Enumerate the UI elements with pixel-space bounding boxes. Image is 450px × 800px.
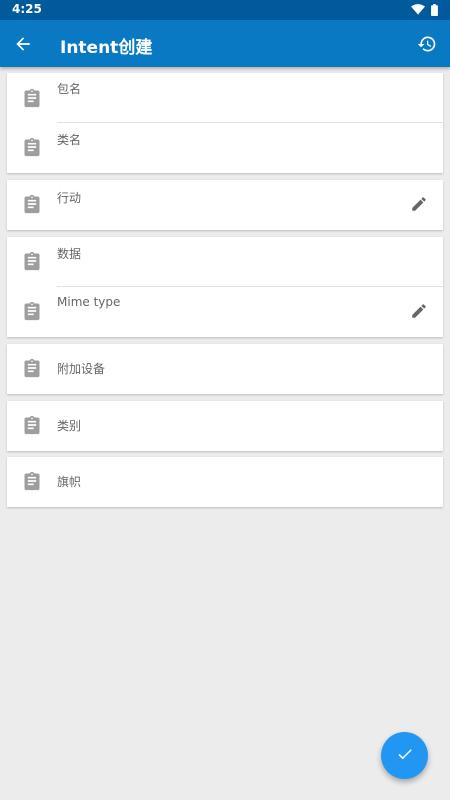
page-title: Intent创建 — [60, 38, 153, 58]
clipboard-icon — [21, 249, 43, 273]
system-icons — [411, 3, 438, 17]
category-label: 类别 — [57, 419, 82, 433]
check-icon — [396, 745, 414, 767]
extras-field[interactable]: 附加设备 — [7, 344, 443, 394]
clipboard-icon — [21, 356, 43, 380]
wifi-icon — [411, 1, 425, 20]
clipboard-icon — [21, 135, 43, 159]
package-label: 包名 — [57, 82, 82, 96]
pencil-icon[interactable] — [407, 299, 431, 323]
category-field[interactable]: 类别 — [7, 401, 443, 451]
confirm-fab[interactable] — [381, 732, 428, 779]
component-card: 包名 类名 — [7, 73, 443, 173]
flags-card: 旗帜 — [7, 457, 443, 507]
action-card: 行动 — [7, 180, 443, 230]
flags-field[interactable]: 旗帜 — [7, 457, 443, 507]
app-bar: Intent创建 — [0, 20, 450, 67]
clipboard-icon — [21, 299, 43, 323]
mime-type-label: Mime type — [57, 295, 121, 309]
package-field[interactable]: 包名 — [7, 73, 443, 123]
clipboard-icon — [21, 469, 43, 493]
clipboard-icon — [21, 192, 43, 216]
class-field[interactable]: 类名 — [7, 123, 443, 173]
data-field[interactable]: 数据 — [7, 237, 443, 287]
clipboard-icon — [21, 413, 43, 437]
action-label: 行动 — [57, 191, 82, 205]
action-field[interactable]: 行动 — [7, 180, 443, 230]
battery-icon — [431, 1, 438, 20]
history-icon[interactable] — [414, 31, 440, 57]
status-bar: 4:25 — [0, 0, 450, 20]
arrow-back-icon[interactable] — [10, 31, 36, 57]
status-time: 4:25 — [12, 2, 42, 16]
extras-card: 附加设备 — [7, 344, 443, 394]
pencil-icon[interactable] — [407, 192, 431, 216]
extras-label: 附加设备 — [57, 362, 106, 376]
flags-label: 旗帜 — [57, 475, 82, 489]
data-label: 数据 — [57, 247, 82, 261]
category-card: 类别 — [7, 401, 443, 451]
class-label: 类名 — [57, 133, 82, 147]
mime-type-field[interactable]: Mime type — [7, 287, 443, 337]
clipboard-icon — [21, 86, 43, 110]
data-card: 数据 Mime type — [7, 237, 443, 337]
